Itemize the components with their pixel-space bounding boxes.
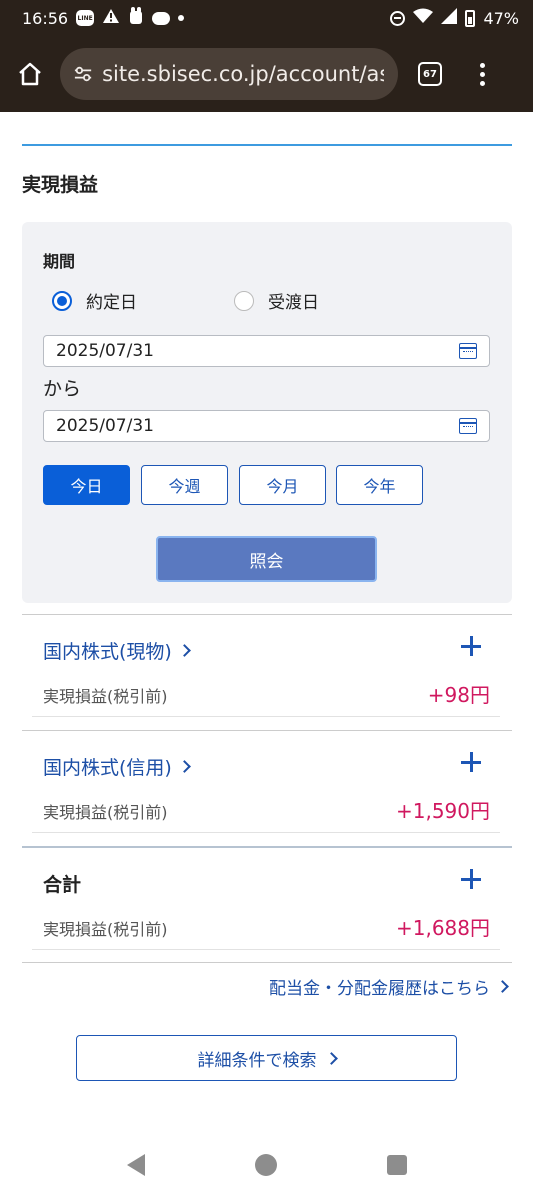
date-separator: から	[43, 378, 82, 400]
radio-trade-date[interactable]: 約定日	[52, 288, 137, 313]
radio-settlement-date[interactable]: 受渡日	[234, 288, 319, 313]
home-icon	[19, 62, 41, 86]
chevron-right-icon	[177, 644, 191, 657]
expand-plus-icon[interactable]	[460, 751, 482, 773]
section-title-link[interactable]: 国内株式(現物)	[43, 637, 191, 664]
wifi-icon	[413, 8, 434, 28]
this-year-button[interactable]: 今年	[336, 465, 423, 505]
home-circle-icon[interactable]	[254, 1154, 277, 1176]
menu-dot-icon	[479, 80, 485, 86]
signal-icon	[441, 8, 458, 28]
tab-switcher-button[interactable]: 67	[418, 62, 442, 86]
battery-icon	[465, 9, 476, 27]
section-title: 国内株式(信用)	[43, 757, 172, 779]
url-text: site.sbisec.co.jp/account/asse	[102, 62, 384, 86]
do-not-disturb-icon	[390, 10, 406, 26]
dividend-history-link[interactable]: 配当金・分配金履歴はこちら	[269, 974, 509, 999]
section-title: 国内株式(現物)	[43, 641, 172, 663]
section-total: 合計 実現損益(税引前) +1,688円	[22, 846, 512, 950]
radio-label: 約定日	[86, 293, 137, 313]
section-domestic-cash: 国内株式(現物) 実現損益(税引前) +98円	[22, 614, 512, 718]
address-bar[interactable]: site.sbisec.co.jp/account/asse	[60, 48, 398, 100]
detailed-search-label: 詳細条件で検索	[197, 1050, 317, 1071]
row-divider	[32, 832, 500, 833]
calendar-icon[interactable]	[459, 418, 477, 434]
date-to-input[interactable]: 2025/07/31	[43, 410, 490, 442]
chevron-right-icon	[324, 1051, 338, 1065]
row-divider	[32, 716, 500, 717]
chevron-right-icon	[177, 760, 191, 773]
realized-pl-label: 実現損益(税引前)	[43, 920, 168, 939]
expand-plus-icon[interactable]	[460, 635, 482, 657]
calendar-icon[interactable]	[459, 343, 477, 359]
site-settings-icon[interactable]	[74, 65, 92, 83]
browser-toolbar: site.sbisec.co.jp/account/asse 67	[0, 36, 533, 112]
browser-menu-button[interactable]	[462, 36, 502, 112]
section-domestic-margin: 国内株式(信用) 実現損益(税引前) +1,590円	[22, 730, 512, 834]
period-label: 期間	[43, 252, 76, 271]
section-title: 合計	[43, 874, 82, 896]
battery-percent: 47%	[483, 8, 519, 28]
system-nav-bar	[0, 1130, 533, 1200]
date-to-value: 2025/07/31	[56, 416, 154, 436]
inquiry-button[interactable]: 照会	[156, 536, 377, 582]
page-title: 実現損益	[22, 174, 99, 196]
date-from-value: 2025/07/31	[56, 341, 154, 361]
home-button[interactable]	[0, 36, 60, 112]
radio-checked-icon	[52, 290, 72, 311]
app-notification-icon	[128, 7, 144, 29]
realized-pl-label: 実現損益(税引前)	[43, 803, 168, 822]
row-divider	[32, 949, 500, 950]
realized-pl-value: +98円	[427, 683, 490, 707]
date-from-input[interactable]: 2025/07/31	[43, 335, 490, 367]
piggy-bank-icon	[152, 11, 171, 25]
more-notifications-icon	[178, 15, 185, 21]
line-notification-icon: LINE	[76, 10, 95, 26]
chevron-right-icon	[496, 980, 509, 993]
dividend-history-label: 配当金・分配金履歴はこちら	[269, 979, 490, 999]
this-month-button[interactable]: 今月	[239, 465, 326, 505]
expand-plus-icon[interactable]	[460, 868, 482, 890]
menu-dot-icon	[479, 71, 485, 77]
radio-label: 受渡日	[268, 293, 319, 313]
realized-pl-value: +1,688円	[395, 916, 490, 940]
menu-dot-icon	[479, 62, 485, 68]
radio-unchecked-icon	[234, 290, 254, 311]
recent-apps-icon[interactable]	[386, 1155, 407, 1175]
section-title-link[interactable]: 国内株式(信用)	[43, 753, 191, 780]
section-divider	[22, 962, 512, 963]
total-title: 合計	[43, 870, 81, 897]
this-week-button[interactable]: 今週	[141, 465, 228, 505]
realized-pl-value: +1,590円	[395, 799, 490, 823]
clock: 16:56	[22, 8, 69, 28]
back-icon[interactable]	[126, 1154, 145, 1176]
warning-icon	[102, 8, 120, 28]
header-divider	[22, 144, 512, 146]
filter-panel: 期間 約定日 受渡日 2025/07/31 から 2025/07/31 今日 今…	[22, 222, 512, 603]
today-button[interactable]: 今日	[43, 465, 130, 505]
detailed-search-button[interactable]: 詳細条件で検索	[76, 1035, 457, 1081]
status-bar: 16:56 LINE 47%	[0, 0, 533, 36]
realized-pl-label: 実現損益(税引前)	[43, 687, 168, 706]
